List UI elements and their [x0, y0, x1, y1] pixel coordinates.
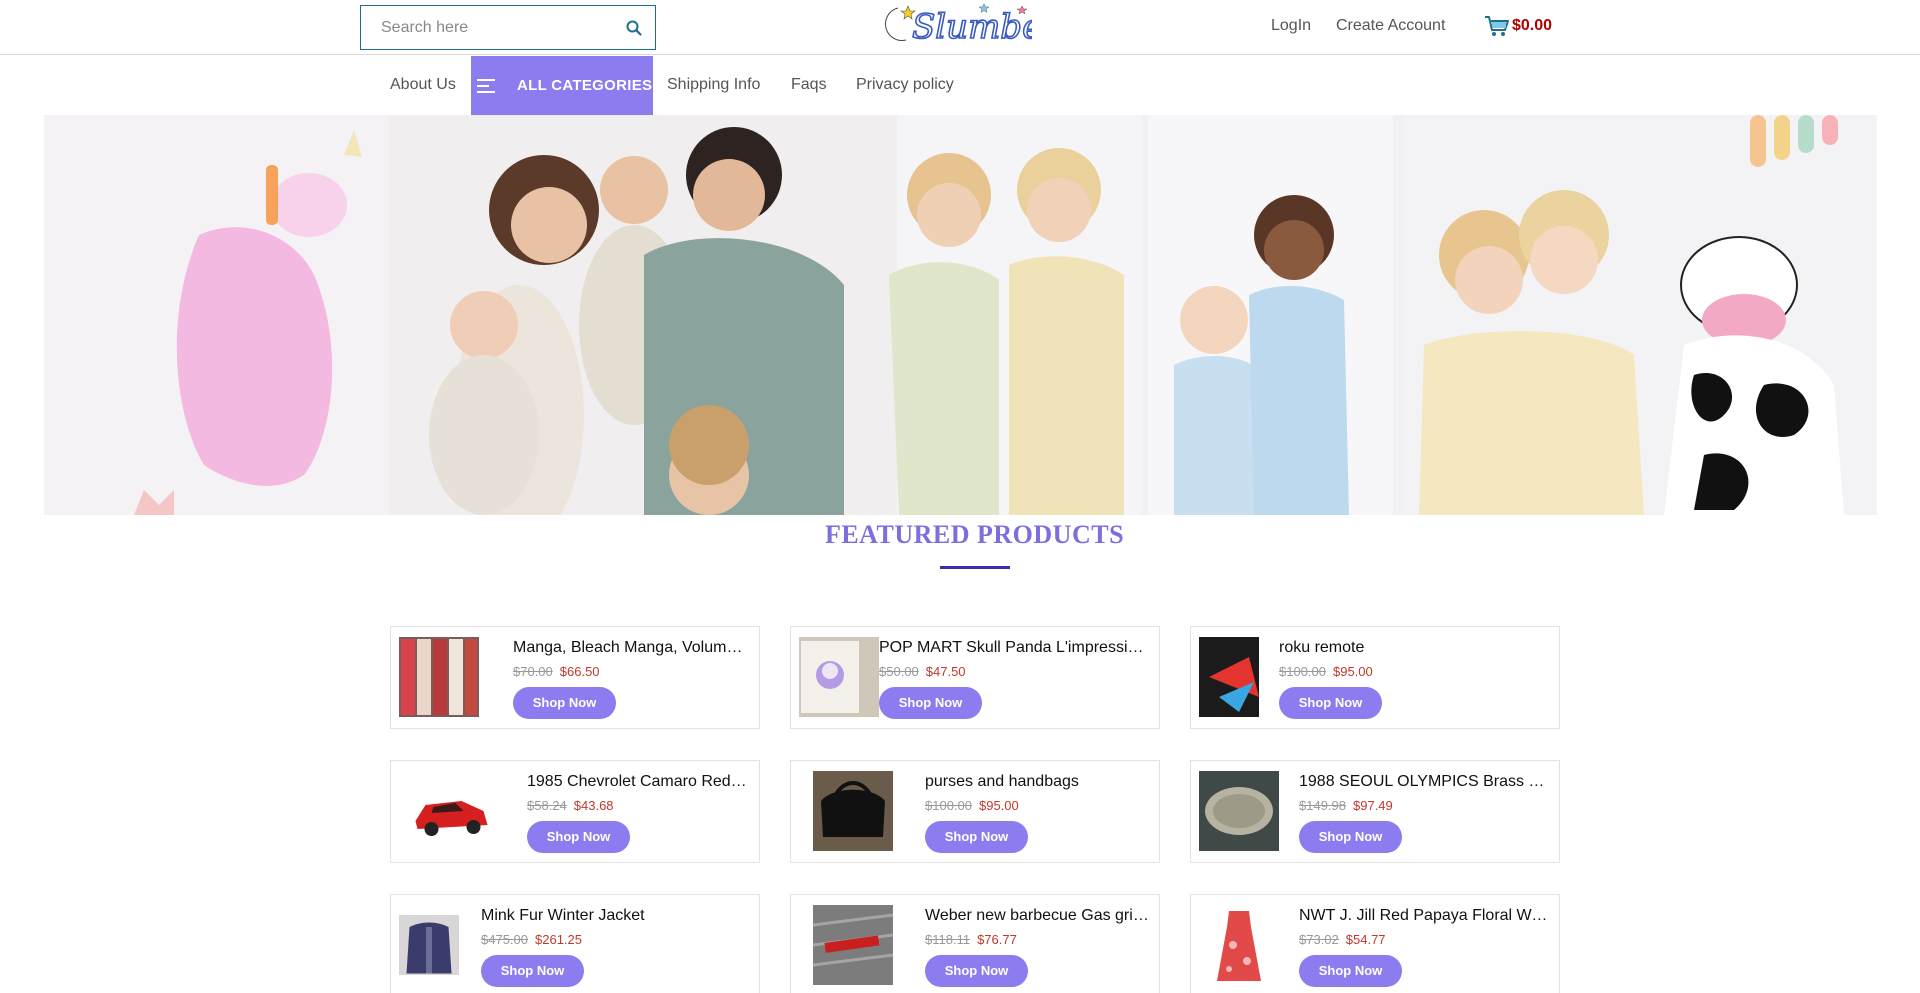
logo-text: Slumber [912, 7, 1032, 47]
sale-price: $95.00 [979, 798, 1019, 813]
shop-now-button[interactable]: Shop Now [1299, 955, 1402, 987]
create-account-link[interactable]: Create Account [1336, 17, 1445, 35]
top-header: Slumber LogIn Create Account $0.00 [0, 0, 1920, 55]
product-card: Mink Fur Winter Jacket $475.00 $261.25 Sh… [390, 894, 760, 993]
product-card: NWT J. Jill Red Papaya Floral Wrap Dress… [1190, 894, 1560, 993]
sale-price: $66.50 [559, 664, 600, 679]
search-icon[interactable] [625, 19, 643, 37]
search-box [360, 5, 656, 50]
original-price: $100.00 [925, 798, 972, 813]
nav-privacy-policy[interactable]: Privacy policy [856, 76, 954, 94]
sale-price: $97.49 [1353, 798, 1393, 813]
product-card: roku remote $100.00 $95.00 Shop Now [1190, 626, 1560, 729]
product-image[interactable] [799, 905, 907, 985]
product-image[interactable] [1199, 637, 1279, 717]
shop-now-button[interactable]: Shop Now [513, 687, 616, 719]
product-card: Weber new barbecue Gas grill cover $118.… [790, 894, 1160, 993]
cart-icon [1485, 16, 1509, 36]
product-card: purses and handbags $100.00 $95.00 Shop N… [790, 760, 1160, 863]
sale-price: $261.25 [535, 932, 582, 947]
hero-banner-image [44, 115, 1877, 515]
product-image[interactable] [399, 637, 479, 717]
cart-button[interactable]: $0.00 [1484, 14, 1552, 38]
title-underline [940, 566, 1010, 569]
nav-shipping-info[interactable]: Shipping Info [667, 76, 760, 94]
product-card: 1988 SEOUL OLYMPICS Brass Belt Buckle $1… [1190, 760, 1560, 863]
product-name[interactable]: Mink Fur Winter Jacket [481, 907, 749, 925]
menu-icon [477, 78, 495, 93]
shop-now-button[interactable]: Shop Now [1279, 687, 1382, 719]
shop-now-button[interactable]: Shop Now [527, 821, 630, 853]
site-logo[interactable]: Slumber [872, 0, 1032, 54]
sale-price: $43.68 [573, 798, 614, 813]
sale-price: $95.00 [1333, 664, 1373, 679]
product-card: 1985 Chevrolet Camaro Red Diecast $58.24… [390, 760, 760, 863]
product-name[interactable]: Weber new barbecue Gas grill cover [925, 907, 1149, 925]
nav-faqs[interactable]: Faqs [791, 76, 827, 94]
product-name[interactable]: purses and handbags [925, 773, 1149, 791]
product-image[interactable] [1199, 905, 1279, 985]
original-price: $149.98 [1299, 798, 1346, 813]
product-image[interactable] [799, 771, 907, 851]
original-price: $58.24 [527, 798, 567, 813]
shop-now-button[interactable]: Shop Now [925, 955, 1028, 987]
original-price: $100.00 [1279, 664, 1326, 679]
sale-price: $76.77 [977, 932, 1017, 947]
product-name[interactable]: Manga, Bleach Manga, Volume 1 to 74 [513, 639, 749, 657]
nav-about-us[interactable]: About Us [390, 76, 456, 94]
product-card: Manga, Bleach Manga, Volume 1 to 74 $70.… [390, 626, 760, 729]
product-card: POP MART Skull Panda L'impressionnisme $… [790, 626, 1160, 729]
featured-products-title: FEATURED PRODUCTS [824, 520, 1125, 549]
sale-price: $47.50 [925, 664, 966, 679]
product-name[interactable]: POP MART Skull Panda L'impressionnisme [879, 639, 1149, 657]
product-name[interactable]: 1985 Chevrolet Camaro Red Diecast [527, 773, 749, 791]
cart-total: $0.00 [1512, 17, 1553, 34]
product-name[interactable]: 1988 SEOUL OLYMPICS Brass Belt Buckle [1299, 773, 1549, 791]
product-image[interactable] [799, 637, 879, 717]
hero-banner[interactable] [44, 115, 1877, 515]
original-price: $50.00 [879, 664, 919, 679]
product-name[interactable]: roku remote [1279, 639, 1549, 657]
shop-now-button[interactable]: Shop Now [925, 821, 1028, 853]
search-input[interactable] [361, 6, 611, 49]
product-image[interactable] [399, 771, 504, 851]
product-image[interactable] [1199, 771, 1279, 851]
original-price: $118.11 [925, 932, 971, 947]
product-image[interactable] [399, 905, 459, 985]
shop-now-button[interactable]: Shop Now [481, 955, 584, 987]
shop-now-button[interactable]: Shop Now [1299, 821, 1402, 853]
original-price: $70.00 [513, 664, 553, 679]
all-categories-label: ALL CATEGORIES [517, 77, 653, 94]
login-link[interactable]: LogIn [1271, 17, 1311, 35]
main-nav: About Us ALL CATEGORIES Shipping Info Fa… [0, 56, 1920, 115]
shop-now-button[interactable]: Shop Now [879, 687, 982, 719]
original-price: $475.00 [481, 932, 528, 947]
original-price: $73.02 [1299, 932, 1339, 947]
all-categories-button[interactable]: ALL CATEGORIES [471, 56, 653, 115]
product-name[interactable]: NWT J. Jill Red Papaya Floral Wrap Dress [1299, 907, 1549, 925]
sale-price: $54.77 [1345, 932, 1386, 947]
